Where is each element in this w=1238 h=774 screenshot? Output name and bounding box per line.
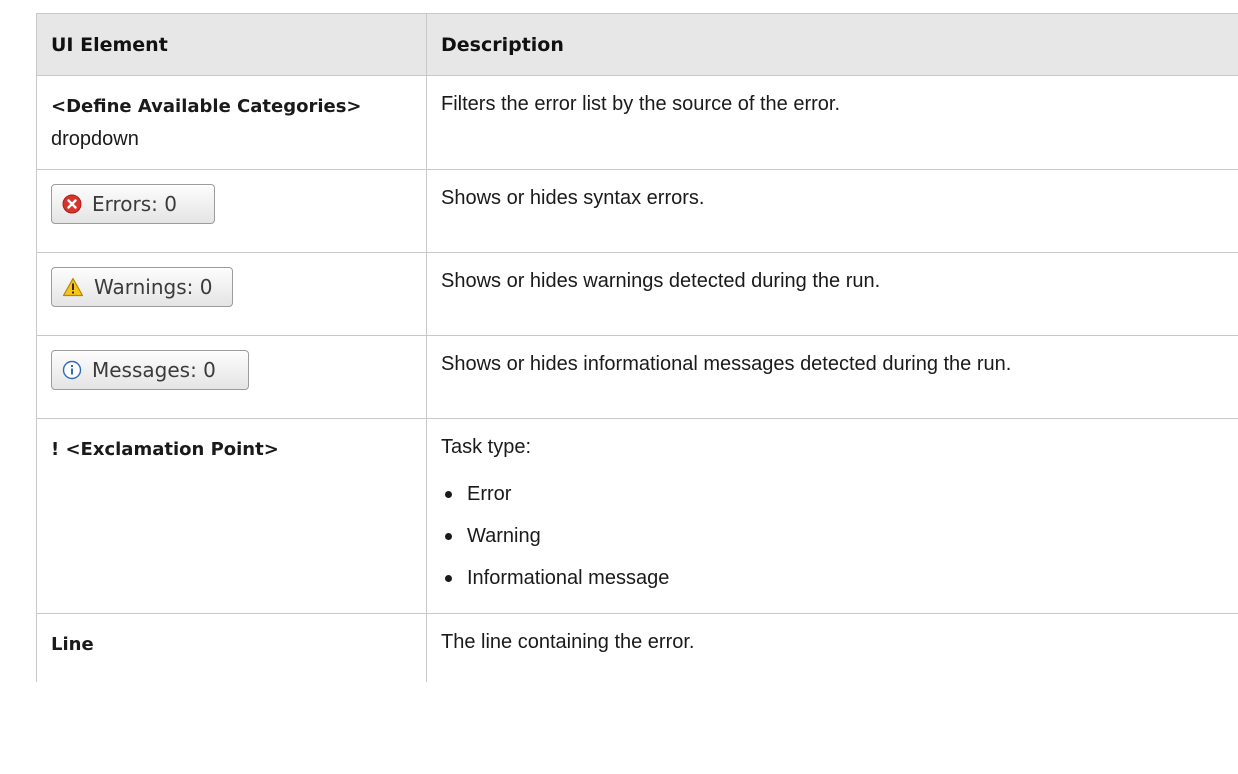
list-item: Informational message — [441, 557, 1224, 599]
table-row: Warnings: 0 Shows or hides warnings dete… — [36, 252, 1238, 336]
description-text: Filters the error list by the source of … — [441, 93, 841, 115]
description-cell: Shows or hides informational messages de… — [426, 335, 1238, 419]
description-cell: Shows or hides warnings detected during … — [426, 252, 1238, 336]
description-text: Shows or hides informational messages de… — [441, 353, 1012, 375]
description-cell: Filters the error list by the source of … — [426, 75, 1238, 170]
description-cell: Shows or hides syntax errors. — [426, 169, 1238, 253]
table-row: Line The line containing the error. — [36, 613, 1238, 682]
messages-button-label: Messages: 0 — [92, 358, 216, 382]
errors-button-label: Errors: 0 — [92, 192, 177, 216]
element-name: ! <Exclamation Point> — [51, 439, 279, 460]
header-ui-element: UI Element — [36, 13, 427, 76]
table-header-row: UI Element Description — [36, 13, 1238, 76]
info-icon — [62, 360, 82, 380]
element-suffix: dropdown — [51, 128, 139, 150]
description-text: Shows or hides syntax errors. — [441, 187, 705, 209]
errors-toggle-button[interactable]: Errors: 0 — [51, 184, 215, 224]
table-row: <Define Available Categories> dropdown F… — [36, 75, 1238, 170]
warning-icon — [62, 277, 84, 297]
element-cell: Line — [36, 613, 427, 682]
table-row: Messages: 0 Shows or hides informational… — [36, 335, 1238, 419]
description-text: Shows or hides warnings detected during … — [441, 270, 881, 292]
list-item: Warning — [441, 515, 1224, 557]
description-text: The line containing the error. — [441, 631, 695, 653]
element-cell: Messages: 0 — [36, 335, 427, 419]
element-name: Line — [51, 634, 94, 655]
description-text: Task type: — [441, 436, 532, 458]
header-description: Description — [426, 13, 1238, 76]
task-type-list: Error Warning Informational message — [441, 473, 1224, 599]
element-cell: <Define Available Categories> dropdown — [36, 75, 427, 170]
warnings-button-label: Warnings: 0 — [94, 275, 213, 299]
description-cell: Task type: Error Warning Informational m… — [426, 418, 1238, 614]
element-cell: Errors: 0 — [36, 169, 427, 253]
element-name: <Define Available Categories> — [51, 96, 362, 117]
list-item: Error — [441, 473, 1224, 515]
messages-toggle-button[interactable]: Messages: 0 — [51, 350, 249, 390]
description-cell: The line containing the error. — [426, 613, 1238, 682]
error-icon — [62, 194, 82, 214]
warnings-toggle-button[interactable]: Warnings: 0 — [51, 267, 233, 307]
element-cell: ! <Exclamation Point> — [36, 418, 427, 614]
element-cell: Warnings: 0 — [36, 252, 427, 336]
table-row: Errors: 0 Shows or hides syntax errors. — [36, 169, 1238, 253]
ui-elements-table: UI Element Description <Define Available… — [36, 13, 1238, 682]
table-row: ! <Exclamation Point> Task type: Error W… — [36, 418, 1238, 614]
